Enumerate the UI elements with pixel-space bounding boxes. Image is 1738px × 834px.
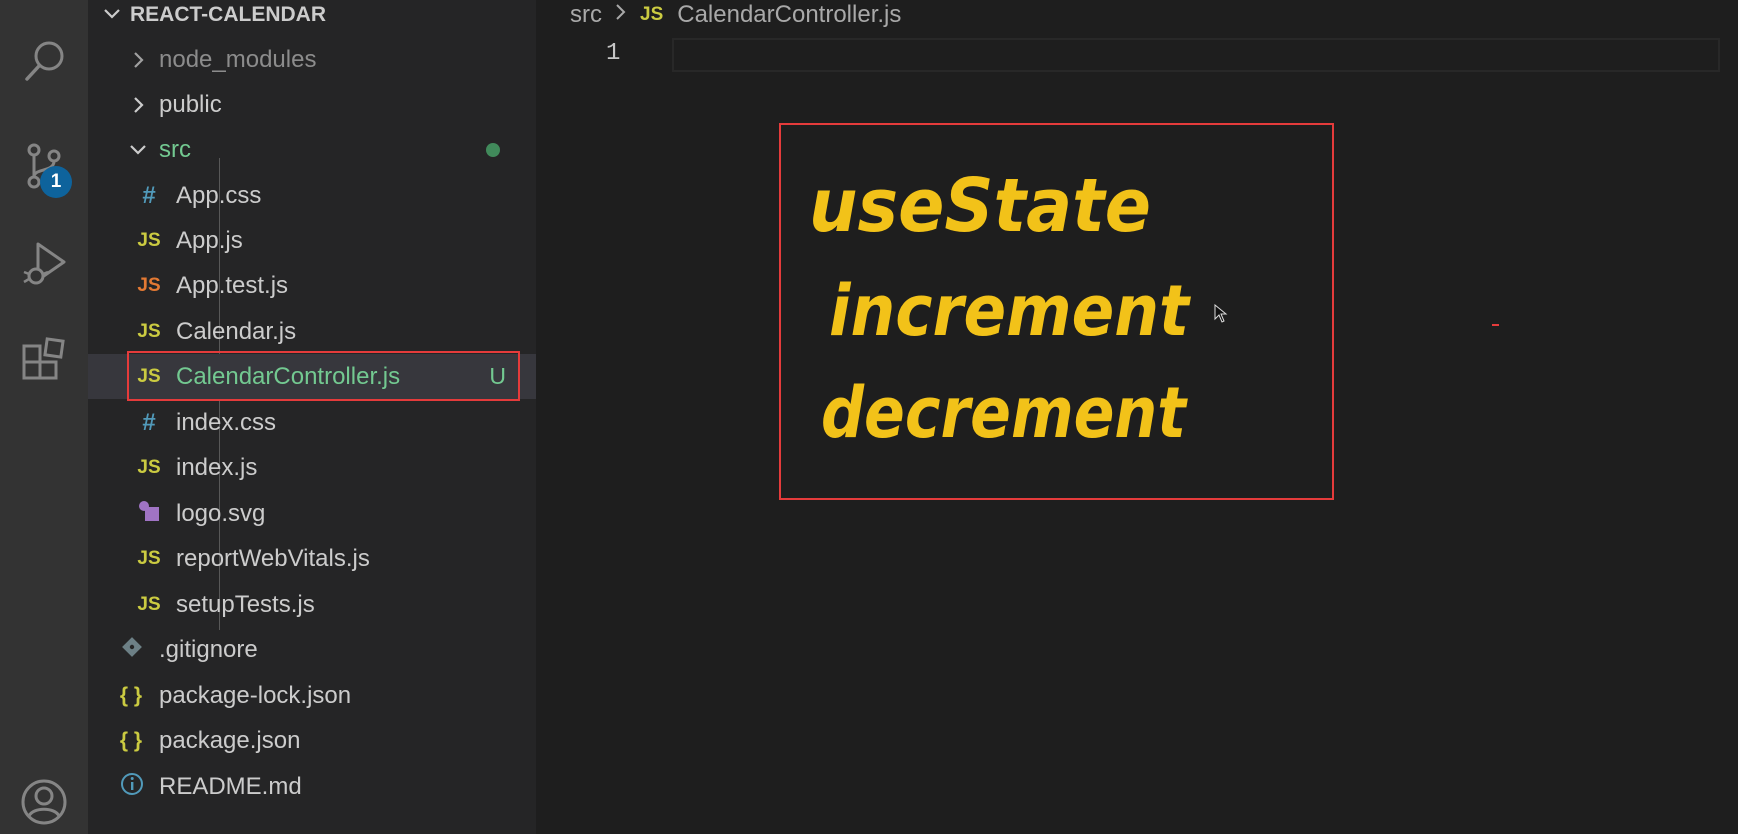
annotation-mark (1492, 324, 1499, 326)
git-file-icon (119, 635, 145, 665)
info-icon (119, 771, 145, 803)
tree-item-label: public (159, 90, 222, 118)
chevron-right-icon (612, 1, 630, 29)
tree-item-label: node_modules (159, 45, 317, 73)
tree-item-label: Calendar.js (176, 317, 297, 345)
selection-highlight-box (127, 351, 520, 401)
file-setup-tests-js[interactable]: JS setupTests.js (88, 582, 536, 627)
file-readme-md[interactable]: README.md (88, 764, 536, 809)
tree-item-label: index.js (176, 453, 258, 481)
svg-file-icon (136, 498, 162, 530)
breadcrumb-file[interactable]: CalendarController.js (677, 1, 901, 29)
file-report-web-vitals-js[interactable]: JS reportWebVitals.js (88, 536, 536, 581)
folder-src[interactable]: src (88, 127, 536, 172)
file-app-js[interactable]: JS App.js (88, 218, 536, 263)
tree-item-label: setupTests.js (176, 590, 315, 618)
explorer-sidebar: REACT-CALENDAR node_modules public src #… (88, 0, 536, 834)
tree-item-label: package.json (159, 726, 301, 754)
js-file-icon: JS (137, 547, 161, 569)
tree-item-label: .gitignore (159, 635, 258, 663)
tree-item-label: logo.svg (176, 499, 266, 527)
run-debug-icon[interactable] (0, 232, 88, 296)
chevron-right-icon (126, 48, 150, 72)
line-number: 1 (606, 40, 621, 67)
breadcrumb: src JS CalendarController.js (570, 0, 901, 30)
source-control-badge: 1 (40, 166, 72, 198)
modified-dot-icon (486, 142, 500, 157)
explorer-root[interactable]: REACT-CALENDAR (88, 0, 536, 30)
file-index-js[interactable]: JS index.js (88, 445, 536, 490)
annotation-line: useState (809, 163, 1151, 249)
code-line[interactable] (672, 38, 1720, 72)
file-index-css[interactable]: # index.css (88, 400, 536, 445)
file-calendar-js[interactable]: JS Calendar.js (88, 309, 536, 354)
breadcrumb-folder[interactable]: src (570, 1, 602, 29)
json-file-icon: { } (119, 728, 143, 752)
extensions-icon[interactable] (0, 332, 88, 396)
annotation-box: useState increment decrement (779, 123, 1334, 500)
chevron-down-icon (126, 138, 150, 162)
tree-item-label: README.md (159, 772, 302, 800)
account-icon[interactable] (0, 770, 88, 834)
activity-bar: 1 (0, 0, 88, 834)
js-test-file-icon: JS (137, 274, 161, 296)
file-logo-svg[interactable]: logo.svg (88, 491, 536, 536)
json-file-icon: { } (119, 683, 143, 707)
js-file-icon: JS (137, 229, 161, 251)
file-app-css[interactable]: # App.css (88, 173, 536, 218)
search-icon[interactable] (0, 30, 88, 94)
file-package-lock-json[interactable]: { } package-lock.json (88, 673, 536, 718)
mouse-pointer-icon (1214, 303, 1228, 329)
root-folder-label: REACT-CALENDAR (130, 3, 326, 26)
handwriting-canvas: useState increment decrement (809, 163, 1191, 454)
css-file-icon: # (142, 408, 156, 436)
folder-public[interactable]: public (88, 82, 536, 127)
tree-item-label: App.test.js (176, 271, 289, 299)
annotation-line: increment (829, 270, 1191, 352)
js-file-icon: JS (137, 320, 161, 342)
js-file-icon: JS (640, 4, 664, 25)
file-app-test-js[interactable]: JS App.test.js (88, 263, 536, 308)
file-gitignore[interactable]: .gitignore (88, 627, 536, 672)
chevron-right-icon (126, 93, 150, 117)
tree-item-label: reportWebVitals.js (176, 544, 370, 572)
annotation-line: decrement (821, 372, 1188, 454)
js-file-icon: JS (137, 593, 161, 615)
chevron-down-icon (100, 2, 124, 32)
tree-item-label: src (159, 135, 191, 163)
folder-node-modules[interactable]: node_modules (88, 37, 536, 82)
css-file-icon: # (142, 181, 156, 209)
js-file-icon: JS (137, 456, 161, 478)
file-package-json[interactable]: { } package.json (88, 718, 536, 763)
tree-item-label: index.css (176, 408, 277, 436)
tree-item-label: App.css (176, 181, 262, 209)
tree-item-label: package-lock.json (159, 681, 352, 709)
tree-item-label: App.js (176, 226, 243, 254)
